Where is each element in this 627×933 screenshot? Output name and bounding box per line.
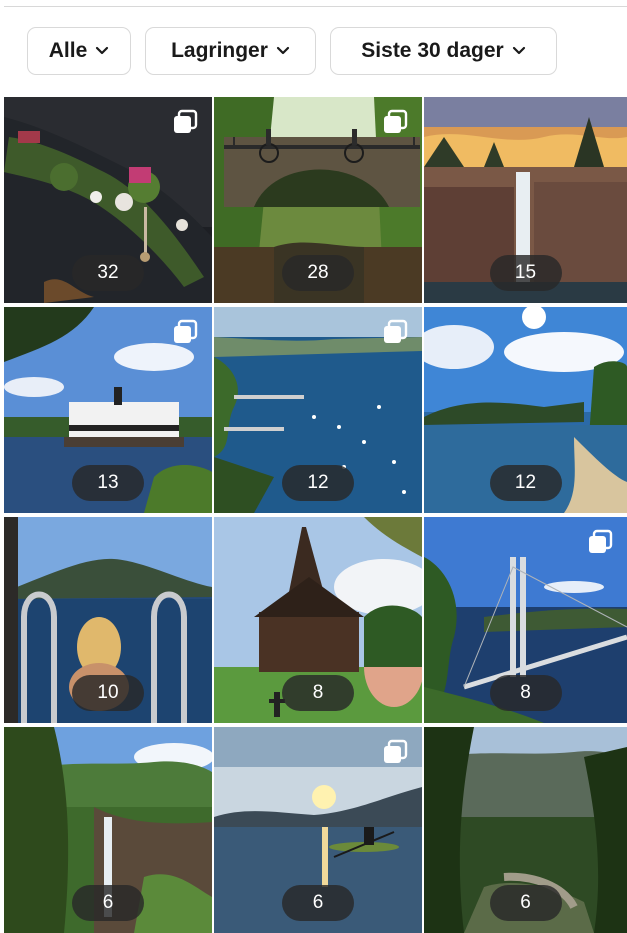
save-count-badge: 12 — [489, 465, 562, 501]
save-count-badge: 15 — [489, 255, 562, 291]
post-tile[interactable]: 32 — [4, 97, 212, 303]
chevron-down-icon — [96, 46, 109, 55]
multiple-photos-icon — [174, 109, 198, 133]
filter-period-label: Siste 30 dager — [361, 39, 504, 62]
post-tile[interactable]: 13 — [4, 307, 212, 513]
filter-saves-label: Lagringer — [171, 39, 268, 62]
chevron-down-icon — [276, 46, 290, 55]
filter-all-label: Alle — [48, 39, 88, 62]
post-tile[interactable]: 15 — [424, 97, 627, 303]
multiple-photos-icon — [589, 529, 613, 553]
post-tile[interactable]: 10 — [4, 517, 212, 723]
multiple-photos-icon — [384, 109, 408, 133]
save-count-badge: 32 — [72, 255, 144, 291]
post-tile[interactable]: 6 — [214, 727, 422, 933]
save-count-badge: 6 — [282, 885, 354, 921]
post-tile[interactable]: 8 — [214, 517, 422, 723]
post-tile[interactable]: 6 — [4, 727, 212, 933]
divider — [4, 6, 627, 7]
chevron-down-icon — [512, 46, 525, 55]
multiple-photos-icon — [384, 739, 408, 763]
post-tile[interactable]: 6 — [424, 727, 627, 933]
save-count-badge: 12 — [282, 465, 354, 501]
filter-saves-button[interactable]: Lagringer — [145, 27, 316, 75]
save-count-badge: 6 — [72, 885, 144, 921]
save-count-badge: 13 — [72, 465, 144, 501]
multiple-photos-icon — [174, 319, 198, 343]
post-tile[interactable]: 8 — [424, 517, 627, 723]
multiple-photos-icon — [384, 319, 408, 343]
post-tile[interactable]: 28 — [214, 97, 422, 303]
post-tile[interactable]: 12 — [424, 307, 627, 513]
post-grid: 32 28 15 13 12 12 10 8 8 6 6 6 — [4, 97, 627, 933]
save-count-badge: 8 — [282, 675, 354, 711]
filter-all-button[interactable]: Alle — [27, 27, 131, 75]
filter-bar: Alle Lagringer Siste 30 dager — [0, 0, 627, 97]
save-count-badge: 28 — [282, 255, 354, 291]
post-tile[interactable]: 12 — [214, 307, 422, 513]
save-count-badge: 6 — [489, 885, 562, 921]
save-count-badge: 10 — [72, 675, 144, 711]
filter-period-button[interactable]: Siste 30 dager — [330, 27, 557, 75]
save-count-badge: 8 — [489, 675, 562, 711]
